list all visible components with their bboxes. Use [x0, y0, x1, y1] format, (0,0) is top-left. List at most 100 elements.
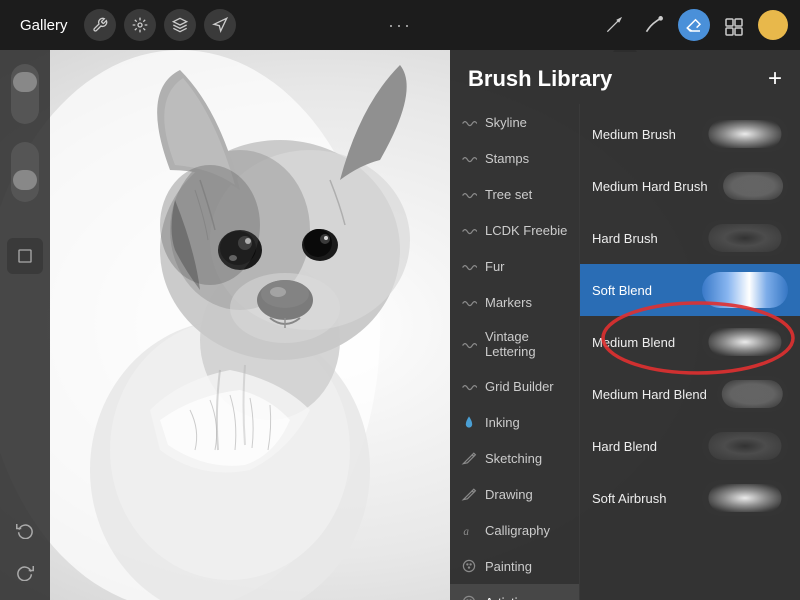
pen-tool-icon[interactable] [598, 9, 630, 41]
brush-preview-hard_brush [702, 220, 788, 256]
category-item-lcdk_freebie[interactable]: LCDK Freebie [450, 212, 579, 248]
brush-item-soft_airbrush[interactable]: Soft Airbrush [580, 472, 800, 524]
category-item-sketching[interactable]: Sketching [450, 440, 579, 476]
category-label-fur: Fur [485, 259, 505, 274]
brush-item-soft_blend[interactable]: Soft Blend [580, 264, 800, 316]
brush-stroke-medium_brush [708, 120, 781, 148]
brush-item-medium_blend[interactable]: Medium Blend [580, 316, 800, 368]
pencil-icon [460, 485, 478, 503]
a-icon: a [460, 521, 478, 539]
svg-text:a: a [463, 526, 469, 538]
category-label-inking: Inking [485, 415, 520, 430]
category-item-stamps[interactable]: Stamps [450, 140, 579, 176]
category-label-markers: Markers [485, 295, 532, 310]
category-item-drawing[interactable]: Drawing [450, 476, 579, 512]
toolbar-left: Gallery [12, 9, 236, 41]
category-item-markers[interactable]: Markers [450, 284, 579, 320]
brush-preview-medium_hard_brush [718, 168, 788, 204]
drop-icon [460, 413, 478, 431]
brush-item-medium_brush[interactable]: Medium Brush [580, 108, 800, 160]
brush-preview-medium_brush [702, 116, 788, 152]
category-label-painting: Painting [485, 559, 532, 574]
brush-library-panel: Brush Library + Skyline Stamps Tree set LCD… [450, 50, 800, 600]
layers-icon[interactable] [164, 9, 196, 41]
brush-stroke-hard_brush [708, 224, 781, 252]
palette-icon [460, 557, 478, 575]
brush-list: Medium Brush Medium Hard Brush Hard Brush S… [580, 104, 800, 600]
brush-name-medium_hard_brush: Medium Hard Brush [592, 179, 708, 194]
category-item-vintage_lettering[interactable]: Vintage Lettering [450, 320, 579, 368]
gallery-button[interactable]: Gallery [12, 13, 76, 38]
layers-panel-icon[interactable] [718, 9, 750, 41]
brush-stroke-medium_hard_blend [722, 380, 782, 408]
brush-item-medium_hard_brush[interactable]: Medium Hard Brush [580, 160, 800, 212]
brush-preview-soft_blend [702, 272, 788, 308]
user-avatar[interactable] [758, 10, 788, 40]
brush-stroke-medium_blend [708, 328, 781, 356]
wave-icon [460, 293, 478, 311]
smudge-tool-icon[interactable] [638, 9, 670, 41]
brush-name-soft_airbrush: Soft Airbrush [592, 491, 692, 506]
palette-icon [460, 593, 478, 600]
brush-size-slider[interactable] [11, 64, 39, 124]
brush-item-medium_hard_blend[interactable]: Medium Hard Blend [580, 368, 800, 420]
category-item-fur[interactable]: Fur [450, 248, 579, 284]
toolbar-right [598, 9, 788, 41]
brush-name-medium_brush: Medium Brush [592, 127, 692, 142]
brush-stroke-hard_blend [708, 432, 781, 460]
brush-preview-medium_hard_blend [717, 376, 788, 412]
add-brush-button[interactable]: + [768, 67, 782, 91]
brush-size-thumb [13, 72, 37, 92]
redo-button[interactable] [7, 554, 43, 590]
eraser-tool-icon[interactable] [678, 9, 710, 41]
modify-icon[interactable] [124, 9, 156, 41]
category-item-grid_builder[interactable]: Grid Builder [450, 368, 579, 404]
category-label-sketching: Sketching [485, 451, 542, 466]
category-item-inking[interactable]: Inking [450, 404, 579, 440]
canvas-area: Brush Library + Skyline Stamps Tree set LCD… [0, 50, 800, 600]
left-toolbar [0, 50, 50, 600]
undo-button[interactable] [7, 512, 43, 548]
opacity-thumb [13, 170, 37, 190]
brush-category-list: Skyline Stamps Tree set LCDK Freebie Fur Mark… [450, 104, 580, 600]
wave-icon [460, 185, 478, 203]
category-item-artistic[interactable]: Artistic [450, 584, 579, 600]
wrench-icon[interactable] [84, 9, 116, 41]
wave-icon [460, 377, 478, 395]
brush-item-hard_brush[interactable]: Hard Brush [580, 212, 800, 264]
category-label-vintage_lettering: Vintage Lettering [485, 329, 569, 359]
brush-stroke-soft_airbrush [708, 484, 781, 512]
category-label-grid_builder: Grid Builder [485, 379, 554, 394]
brush-preview-hard_blend [702, 428, 788, 464]
category-label-drawing: Drawing [485, 487, 533, 502]
more-options-icon[interactable]: ··· [388, 15, 412, 35]
wave-icon [460, 257, 478, 275]
category-label-tree_set: Tree set [485, 187, 532, 202]
category-item-calligraphy[interactable]: aCalligraphy [450, 512, 579, 548]
brush-name-medium_blend: Medium Blend [592, 335, 692, 350]
layer-transform-tool[interactable] [7, 238, 43, 274]
category-label-lcdk_freebie: LCDK Freebie [485, 223, 567, 238]
pencil-icon [460, 449, 478, 467]
top-toolbar: Gallery ··· [0, 0, 800, 50]
wave-icon [460, 149, 478, 167]
wave-icon [460, 113, 478, 131]
toolbar-center: ··· [388, 15, 412, 36]
brush-name-hard_blend: Hard Blend [592, 439, 692, 454]
category-item-skyline[interactable]: Skyline [450, 104, 579, 140]
navigation-icon[interactable] [204, 9, 236, 41]
brush-name-soft_blend: Soft Blend [592, 283, 692, 298]
category-item-painting[interactable]: Painting [450, 548, 579, 584]
brush-library-content: Skyline Stamps Tree set LCDK Freebie Fur Mark… [450, 104, 800, 600]
category-item-tree_set[interactable]: Tree set [450, 176, 579, 212]
opacity-slider[interactable] [11, 142, 39, 202]
brush-stroke-medium_hard_brush [723, 172, 783, 200]
brush-name-medium_hard_blend: Medium Hard Blend [592, 387, 707, 402]
wave-icon [460, 221, 478, 239]
panel-indicator [613, 50, 637, 52]
category-label-artistic: Artistic [485, 595, 524, 600]
category-label-stamps: Stamps [485, 151, 529, 166]
brush-name-hard_brush: Hard Brush [592, 231, 692, 246]
brush-library-header: Brush Library + [450, 50, 800, 104]
brush-item-hard_blend[interactable]: Hard Blend [580, 420, 800, 472]
